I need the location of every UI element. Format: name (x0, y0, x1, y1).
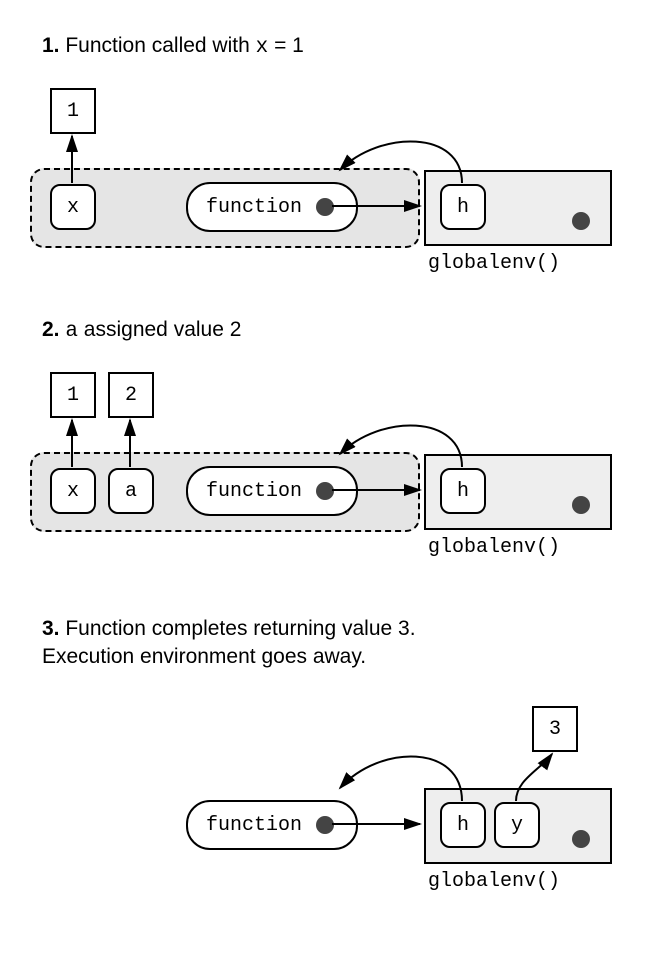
step2-function-dot (316, 482, 334, 500)
step1-text2: = 1 (268, 34, 304, 57)
step2-env-label: globalenv() (428, 536, 560, 559)
step2-var-h-box: h (440, 468, 486, 514)
step1-value-box-1: 1 (50, 88, 96, 134)
step3-function-pill: function (186, 800, 358, 850)
step3-caption-line1: 3. Function completes returning value 3. (42, 617, 416, 641)
step2-number: 2. (42, 318, 60, 341)
step3-caption-line2: Execution environment goes away. (42, 645, 366, 669)
step2-var-x-box: x (50, 468, 96, 514)
step3-text2: Execution environment goes away. (42, 645, 366, 668)
step2-global-env-dot (572, 496, 590, 514)
step1-var-h-box: h (440, 184, 486, 230)
step3-value-box-3: 3 (532, 706, 578, 752)
step2-var-a-box: a (108, 468, 154, 514)
step3-env-label: globalenv() (428, 870, 560, 893)
step2-caption: 2. a assigned value 2 (42, 318, 241, 343)
step1-function-pill: function (186, 182, 358, 232)
step1-env-label: globalenv() (428, 252, 560, 275)
step1-var-x-box: x (50, 184, 96, 230)
step1-global-env-dot (572, 212, 590, 230)
step3-function-dot (316, 816, 334, 834)
step1-caption: 1. Function called with x = 1 (42, 34, 304, 59)
step3-var-y-box: y (494, 802, 540, 848)
step2-var-a: a (65, 320, 78, 343)
step1-var-x: x (256, 36, 269, 59)
step2-function-pill: function (186, 466, 358, 516)
step1-function-dot (316, 198, 334, 216)
step3-number: 3. (42, 617, 60, 640)
diagram-container: 1. Function called with x = 1 1 x functi… (0, 0, 649, 974)
step1-text1: Function called with (60, 34, 256, 57)
step3-var-h-box: h (440, 802, 486, 848)
step2-text: assigned value 2 (78, 318, 241, 341)
step1-number: 1. (42, 34, 60, 57)
step2-value-box-1: 1 (50, 372, 96, 418)
step2-value-box-2: 2 (108, 372, 154, 418)
step3-text1: Function completes returning value 3. (60, 617, 416, 640)
step3-global-env-dot (572, 830, 590, 848)
